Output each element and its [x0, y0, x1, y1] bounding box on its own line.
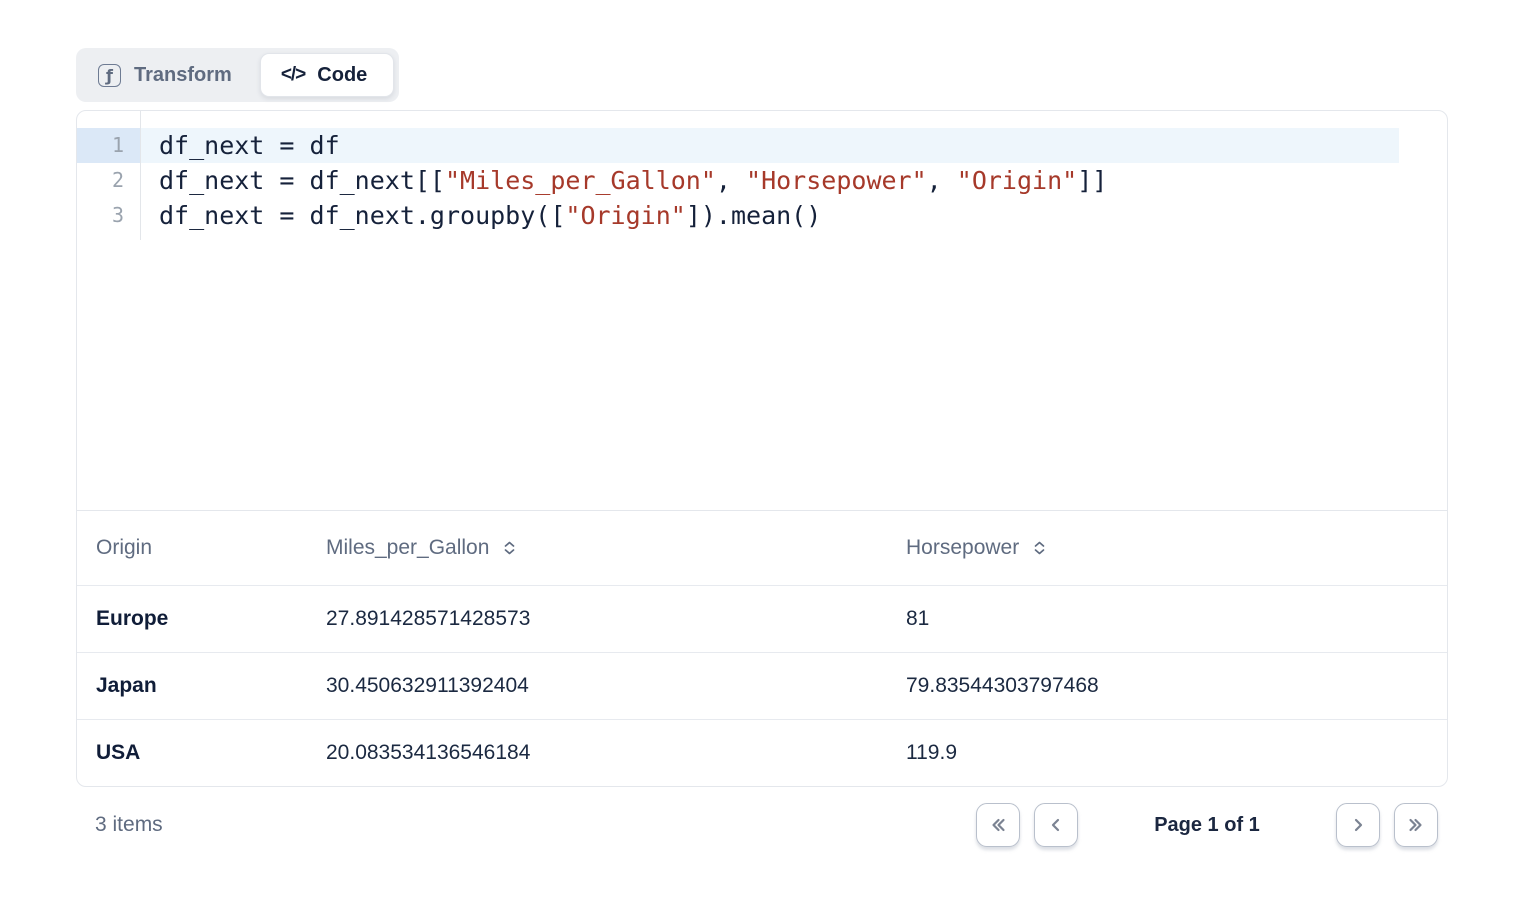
double-chevron-left-icon [987, 815, 1009, 835]
table-row: USA20.083534136546184119.9 [77, 719, 1447, 786]
code-string: "Origin" [957, 166, 1077, 195]
code-plain: ]).mean() [686, 201, 821, 230]
cell-horsepower: 81 [906, 607, 1447, 631]
main-panel: 123 df_next = df df_next = df_next[["Mile… [76, 110, 1448, 787]
items-count: 3 items [76, 813, 163, 837]
first-page-button[interactable] [976, 803, 1020, 847]
pagination: Page 1 of 1 [976, 803, 1448, 847]
sort-icon [502, 540, 517, 556]
code-string: "Horsepower" [746, 166, 927, 195]
table-row: Japan30.45063291139240479.83544303797468 [77, 652, 1447, 719]
code-plain: df_next = df [159, 131, 340, 160]
cell-miles_per_gallon: 27.891428571428573 [326, 607, 906, 631]
prev-page-button[interactable] [1034, 803, 1078, 847]
code-plain: , [716, 166, 746, 195]
code-plain: df_next = df_next.groupby([ [159, 201, 565, 230]
column-header-miles_per_gallon[interactable]: Miles_per_Gallon [326, 536, 906, 560]
table-body: Europe27.89142857142857381Japan30.450632… [77, 585, 1447, 786]
editor-gutter: 123 [77, 111, 141, 240]
line-number: 2 [77, 163, 140, 198]
line-number: 1 [77, 128, 140, 163]
line-number: 3 [77, 198, 140, 233]
code-plain: df_next = df_next[[ [159, 166, 445, 195]
chevron-right-icon [1348, 815, 1368, 835]
tab-transform-label: Transform [134, 64, 232, 87]
app-window: ƒ Transform </> Code 123 df_next = dfdf_… [0, 0, 1516, 918]
editor-code: df_next = df df_next = df_next[["Miles_pe… [141, 111, 1447, 233]
tab-code-label: Code [317, 64, 367, 87]
double-chevron-right-icon [1405, 815, 1427, 835]
code-plain: , [927, 166, 957, 195]
code-line[interactable]: df_next = df_next[["Miles_per_Gallon", "… [141, 163, 1399, 198]
code-brackets-icon: </> [281, 64, 305, 86]
column-label: Miles_per_Gallon [326, 536, 489, 560]
view-tab-bar: ƒ Transform </> Code [76, 48, 399, 102]
cell-horsepower: 79.83544303797468 [906, 674, 1447, 698]
code-line[interactable]: df_next = df [141, 128, 1399, 163]
column-label: Horsepower [906, 536, 1019, 560]
table-row: Europe27.89142857142857381 [77, 585, 1447, 652]
cell-horsepower: 119.9 [906, 741, 1447, 765]
column-header-horsepower[interactable]: Horsepower [906, 536, 1447, 560]
table-footer: 3 items Page 1 of 1 [76, 801, 1448, 849]
table-header-row: Origin Miles_per_Gallon Horsepower [77, 510, 1447, 585]
code-editor[interactable]: 123 df_next = df df_next = df_next[["Mile… [77, 111, 1447, 510]
page-indicator: Page 1 of 1 [1092, 814, 1322, 837]
column-label: Origin [96, 536, 152, 560]
cell-origin: Europe [96, 607, 326, 631]
cell-origin: Japan [96, 674, 326, 698]
cell-origin: USA [96, 741, 326, 765]
code-string: "Origin" [565, 201, 685, 230]
cell-miles_per_gallon: 30.450632911392404 [326, 674, 906, 698]
code-plain: ]] [1077, 166, 1107, 195]
next-page-button[interactable] [1336, 803, 1380, 847]
tab-code[interactable]: </> Code [260, 53, 394, 97]
sort-icon [1032, 540, 1047, 556]
code-string: "Miles_per_Gallon" [445, 166, 716, 195]
last-page-button[interactable] [1394, 803, 1438, 847]
chevron-left-icon [1046, 815, 1066, 835]
tab-transform[interactable]: ƒ Transform [81, 53, 258, 97]
column-header-origin: Origin [96, 536, 326, 560]
cell-miles_per_gallon: 20.083534136546184 [326, 741, 906, 765]
code-line[interactable]: df_next = df_next.groupby(["Origin"]).me… [141, 198, 1399, 233]
function-icon: ƒ [98, 64, 121, 87]
